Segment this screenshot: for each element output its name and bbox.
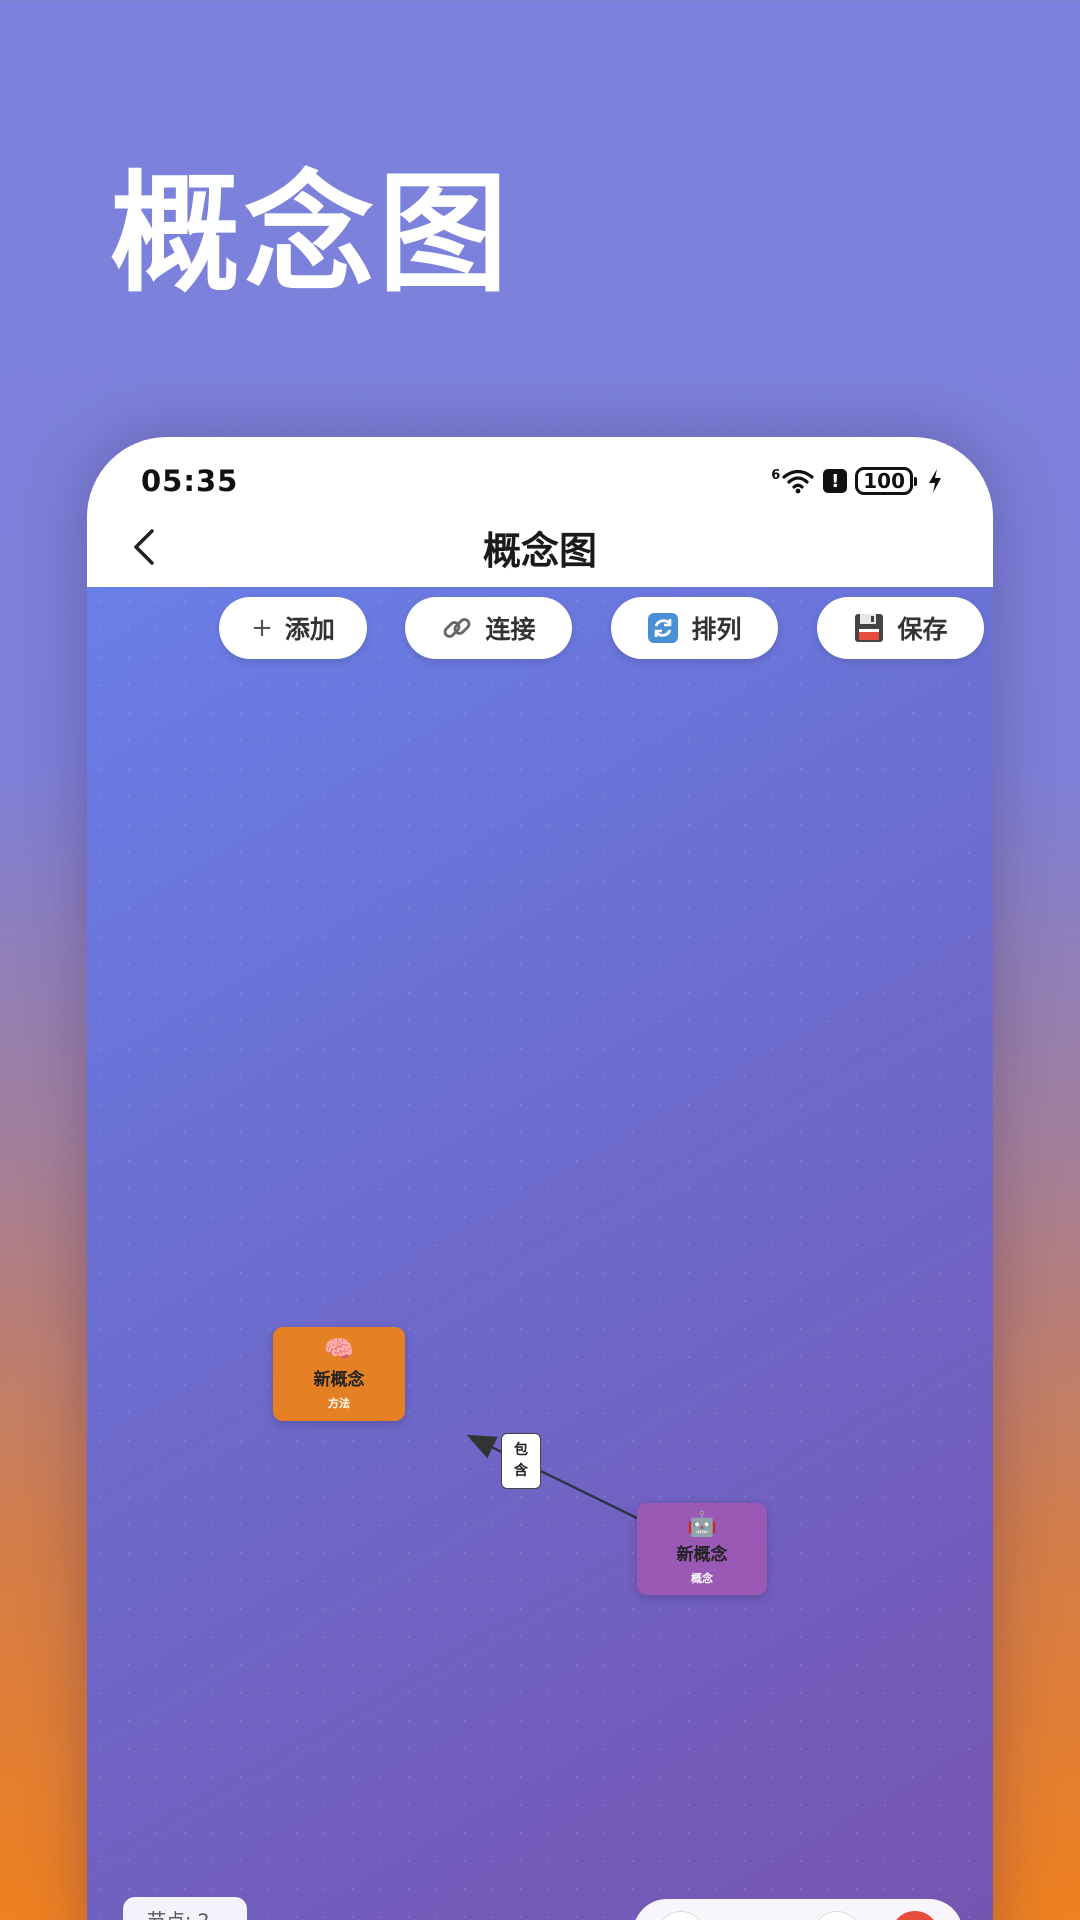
robot-icon: 🤖 — [687, 1510, 717, 1538]
status-icons: 6 ! 100 — [771, 467, 943, 495]
zoom-controls — [633, 1899, 963, 1920]
battery-icon: 100 — [855, 467, 917, 495]
back-button[interactable] — [117, 519, 173, 575]
battery-level: 100 — [863, 469, 905, 493]
edge-label[interactable]: 包 含 — [501, 1433, 541, 1489]
brain-icon: 🧠 — [324, 1335, 354, 1363]
nav-bar: 概念图 — [87, 507, 993, 587]
charging-icon — [929, 469, 941, 493]
node-title: 新概念 — [313, 1370, 365, 1390]
status-bar: 05:35 6 ! 100 — [87, 437, 993, 507]
zoom-out-button[interactable] — [657, 1911, 705, 1920]
promo-title: 概念图 — [110, 158, 513, 310]
edge-label-line-1: 包 — [514, 1442, 528, 1458]
wifi-icon — [782, 469, 814, 494]
phone-frame: 05:35 6 ! 100 概念图 + 添加 连接 排列 保存 包 含 🧠 新概… — [87, 437, 993, 1920]
alert-icon: ! — [823, 469, 848, 493]
node-category: 方法 — [328, 1397, 350, 1410]
node-title: 新概念 — [676, 1545, 728, 1565]
edge-label-line-2: 含 — [514, 1463, 528, 1479]
network-icon: 6 — [771, 468, 815, 494]
page-title: 概念图 — [482, 528, 597, 573]
chevron-left-icon — [134, 529, 154, 565]
network-label: 6 — [771, 468, 781, 483]
concept-map-canvas[interactable]: + 添加 连接 排列 保存 包 含 🧠 新概念 方法 🤖 新概念 概念 — [87, 587, 993, 1920]
close-button[interactable] — [891, 1911, 939, 1920]
node-count-badge: 节点: 2 — [123, 1897, 247, 1920]
concept-node-concept[interactable]: 🤖 新概念 概念 — [637, 1503, 767, 1595]
concept-node-method[interactable]: 🧠 新概念 方法 — [273, 1327, 405, 1421]
node-category: 概念 — [691, 1572, 713, 1585]
status-time: 05:35 — [141, 464, 239, 498]
edge-line[interactable] — [466, 1434, 640, 1521]
node-count-label: 节点: 2 — [147, 1910, 210, 1920]
zoom-in-button[interactable] — [813, 1911, 861, 1920]
edge-layer — [466, 1434, 640, 1521]
